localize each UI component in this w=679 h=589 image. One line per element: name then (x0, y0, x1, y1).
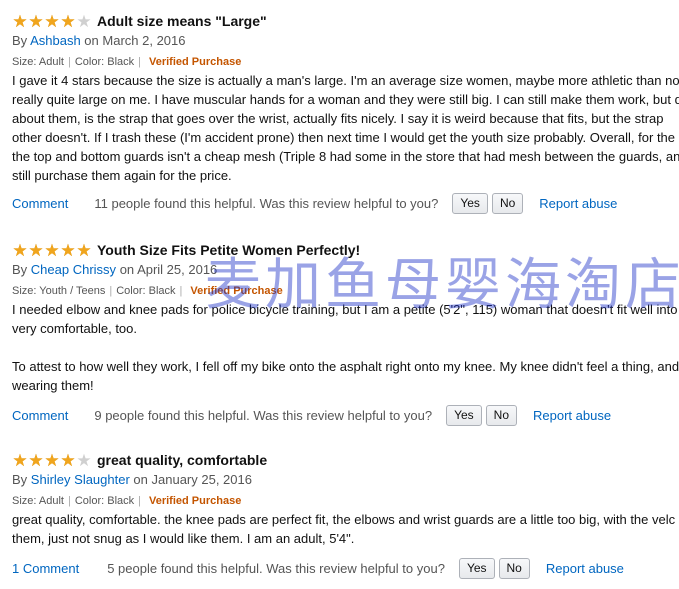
star-empty-icon: ★ (76, 11, 92, 31)
helpful-yes-button[interactable]: Yes (446, 404, 482, 426)
star-icon: ★ (44, 240, 60, 260)
comment-link[interactable]: Comment (12, 408, 68, 423)
star-icon: ★ (12, 11, 28, 31)
helpful-yes-button[interactable]: Yes (452, 192, 488, 214)
review-body-line: very comfortable, too. (12, 321, 137, 336)
meta-divider: | (179, 285, 183, 297)
review-actions: Comment 11 people found this helpful. Wa… (12, 191, 679, 215)
review-body-line (12, 338, 679, 357)
verified-badge: Verified Purchase (190, 285, 283, 297)
size-label: Size: Youth / Teens (12, 285, 106, 297)
review-byline: By Ashbash on March 2, 2016 (12, 31, 679, 51)
helpful-text: 11 people found this helpful. Was this r… (94, 195, 439, 211)
star-icon: ★ (28, 240, 44, 260)
report-abuse-link[interactable]: Report abuse (539, 196, 617, 211)
by-prefix: By (12, 33, 28, 48)
review-body-line: them, just not snug as I would like them… (12, 531, 355, 546)
author-link[interactable]: Ashbash (30, 33, 81, 48)
color-label: Color: Black (74, 495, 135, 507)
comment-link[interactable]: 1 Comment (12, 561, 79, 576)
date-prefix: on (84, 33, 99, 48)
report-abuse-link[interactable]: Report abuse (546, 561, 624, 576)
star-empty-icon: ★ (76, 450, 92, 470)
review-body: I needed elbow and knee pads for police … (12, 300, 679, 395)
review-meta: Size: Adult | Color: Black | Verified Purcha… (12, 51, 679, 71)
helpful-no-button[interactable]: No (491, 192, 524, 214)
author-link[interactable]: Cheap Chrissy (31, 262, 116, 277)
review-date: January 25, 2016 (151, 472, 252, 487)
review-body-line: about them, is the strap that goes over … (12, 111, 664, 126)
review-actions: 1 Comment 5 people found this helpful. W… (12, 556, 679, 580)
review-3: ★ ★ ★ ★ ★ great quality, comfortable By … (12, 450, 679, 580)
meta-divider: | (138, 56, 141, 68)
by-prefix: By (12, 262, 28, 277)
star-icon: ★ (60, 450, 76, 470)
review-title[interactable]: Youth Size Fits Petite Women Perfectly! (97, 242, 360, 258)
helpful-text: 5 people found this helpful. Was this re… (107, 560, 445, 576)
meta-divider: | (138, 495, 141, 507)
report-abuse-link[interactable]: Report abuse (533, 408, 611, 423)
meta-divider: | (67, 495, 71, 507)
author-link[interactable]: Shirley Slaughter (31, 472, 130, 487)
date-prefix: on (133, 472, 148, 487)
review-body-line: the top and bottom guards isn't a cheap … (12, 149, 679, 164)
review-body-line: I needed elbow and knee pads for police … (12, 302, 678, 317)
review-body-line: I gave it 4 stars because the size is ac… (12, 73, 679, 88)
meta-divider: | (67, 56, 71, 68)
helpful-text: 9 people found this helpful. Was this re… (94, 407, 433, 423)
helpful-no-button[interactable]: No (485, 404, 518, 426)
rating-stars: ★ ★ ★ ★ ★ (12, 242, 92, 259)
review-body: great quality, comfortable. the knee pad… (12, 510, 679, 548)
size-label: Size: Adult (12, 495, 64, 507)
review-date: March 2, 2016 (102, 33, 186, 48)
star-icon: ★ (60, 11, 76, 31)
review-title[interactable]: great quality, comfortable (97, 452, 267, 468)
review-actions: Comment 9 people found this helpful. Was… (12, 403, 679, 427)
review-title[interactable]: Adult size means "Large" (97, 13, 267, 29)
color-label: Color: Black (116, 285, 176, 297)
review-meta: Size: Adult | Color: Black | Verified Purcha… (12, 490, 679, 510)
star-icon: ★ (28, 450, 44, 470)
by-prefix: By (12, 472, 28, 487)
date-prefix: on (119, 262, 135, 277)
star-icon: ★ (44, 450, 60, 470)
review-body-line: great quality, comfortable. the knee pad… (12, 512, 676, 527)
review-body: I gave it 4 stars because the size is ac… (12, 71, 679, 185)
star-icon: ★ (12, 450, 28, 470)
review-body-line: still purchase them again for the price. (12, 168, 232, 183)
verified-badge: Verified Purchase (149, 56, 242, 68)
rating-stars: ★ ★ ★ ★ ★ (12, 13, 92, 30)
review-date: April 25, 2016 (137, 262, 218, 277)
rating-stars: ★ ★ ★ ★ ★ (12, 452, 92, 469)
helpful-no-button[interactable]: No (498, 557, 530, 579)
review-body-line: other doesn't. If I trash these (I'm acc… (12, 130, 676, 145)
star-icon: ★ (28, 11, 44, 31)
review-1: ★ ★ ★ ★ ★ Adult size means "Large" By As… (12, 11, 679, 215)
review-body-line: really quite large on me. I have muscula… (12, 92, 679, 107)
star-icon: ★ (76, 240, 92, 260)
comment-link[interactable]: Comment (12, 196, 68, 211)
review-2: ★ ★ ★ ★ ★ Youth Size Fits Petite Women P… (12, 240, 679, 427)
verified-badge: Verified Purchase (149, 495, 242, 507)
review-byline: By Cheap Chrissy on April 25, 2016 (12, 260, 679, 280)
review-body-line: wearing them! (12, 378, 94, 393)
meta-divider: | (109, 285, 113, 297)
size-label: Size: Adult (12, 56, 64, 68)
helpful-yes-button[interactable]: Yes (458, 557, 495, 579)
review-byline: By Shirley Slaughter on January 25, 2016 (12, 470, 679, 490)
color-label: Color: Black (74, 56, 135, 68)
star-icon: ★ (44, 11, 60, 31)
star-icon: ★ (60, 240, 76, 260)
star-icon: ★ (12, 240, 28, 260)
review-meta: Size: Youth / Teens | Color: Black | Verifie… (12, 280, 679, 300)
review-body-line: To attest to how well they work, I fell … (12, 359, 679, 374)
